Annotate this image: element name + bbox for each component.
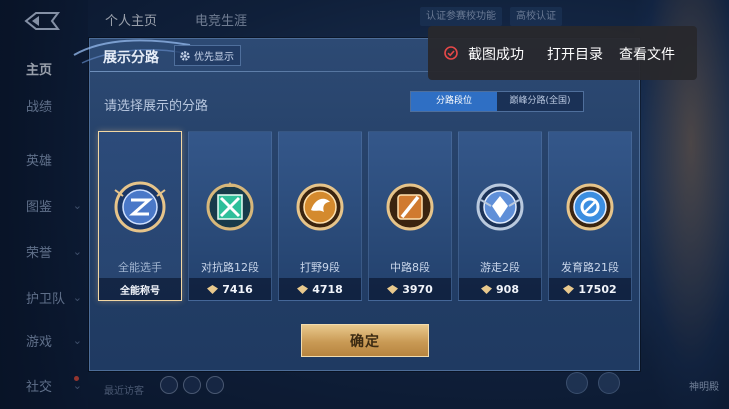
roam-emblem-icon: [476, 183, 524, 231]
lane-card-footer: 17502: [549, 278, 631, 300]
gear-icon: [180, 50, 190, 61]
lane-card-footer: 全能称号: [99, 278, 181, 300]
lane-card-name: 游走2段: [480, 261, 520, 274]
rank-points-icon: [481, 284, 493, 294]
confirm-button[interactable]: 确定: [301, 324, 429, 357]
all-round-emblem-icon: [114, 181, 166, 233]
lane-card-name: 中路8段: [390, 261, 430, 274]
farm-lane-emblem-icon: [566, 183, 614, 231]
lane-card-name: 打野9段: [300, 261, 340, 274]
view-file-link[interactable]: 查看文件: [619, 44, 675, 64]
jungle-emblem-icon: [296, 183, 344, 231]
lane-card-jungle[interactable]: 打野9段 4718: [278, 131, 362, 301]
mid-lane-emblem-icon: [386, 183, 434, 231]
toast-message: 截图成功: [468, 47, 524, 63]
lane-card-name: 全能选手: [118, 261, 162, 274]
screenshot-toast: 截图成功 打开目录 查看文件: [428, 26, 697, 80]
rank-points-icon: [207, 284, 219, 294]
dialog-subtitle: 请选择展示的分路: [104, 99, 209, 114]
lane-card-clash[interactable]: 对抗路12段 7416: [188, 131, 272, 301]
tab-lane-rank[interactable]: 分路段位: [411, 92, 497, 111]
lane-card-footer: 3970: [369, 278, 451, 300]
lane-card-list: 全能选手 全能称号 对抗路12段 7416 打野9段 4718 中路8段 397…: [98, 131, 633, 301]
rank-points-icon: [297, 284, 309, 294]
rank-points-icon: [387, 284, 399, 294]
tab-peak-lane[interactable]: 巅峰分路(全国): [497, 92, 583, 111]
lane-card-footer: 7416: [189, 278, 271, 300]
lane-card-score: 908: [496, 282, 519, 296]
lane-card-title: 全能称号: [120, 285, 160, 297]
priority-display-button[interactable]: 优先显示: [174, 45, 241, 66]
lane-card-all-round[interactable]: 全能选手 全能称号: [98, 131, 182, 301]
lane-card-score: 17502: [578, 282, 617, 296]
open-folder-link[interactable]: 打开目录: [547, 44, 603, 64]
lane-card-footer: 908: [459, 278, 541, 300]
dialog-title: 展示分路: [103, 50, 159, 66]
priority-display-label: 优先显示: [194, 52, 234, 63]
clash-lane-emblem-icon: [206, 182, 254, 231]
check-circle-icon: [444, 46, 458, 60]
lane-mode-segmented: 分路段位 巅峰分路(全国): [410, 91, 584, 112]
lane-card-farm[interactable]: 发育路21段 17502: [548, 131, 632, 301]
lane-card-mid[interactable]: 中路8段 3970: [368, 131, 452, 301]
lane-card-footer: 4718: [279, 278, 361, 300]
lane-card-score: 3970: [402, 282, 433, 296]
lane-card-roam[interactable]: 游走2段 908: [458, 131, 542, 301]
lane-card-name: 发育路21段: [561, 261, 619, 274]
lane-card-score: 7416: [222, 282, 253, 296]
lane-display-dialog: 展示分路 优先显示 请选择展示的分路 分路段位 巅峰分路(全国) 全能选手 全能…: [73, 38, 641, 371]
lane-card-name: 对抗路12段: [201, 261, 259, 274]
lane-card-score: 4718: [312, 282, 343, 296]
rank-points-icon: [563, 284, 575, 294]
